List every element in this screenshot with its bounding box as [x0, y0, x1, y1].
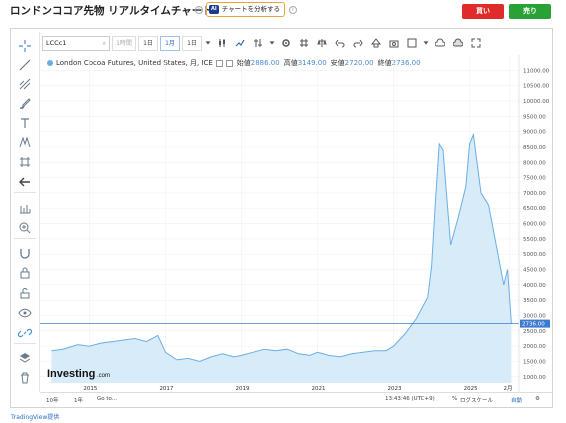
- ai-badge: AI: [209, 5, 219, 14]
- drawing-toolbar: [10, 32, 40, 392]
- fullscreen-icon[interactable]: [468, 36, 484, 51]
- price-chart[interactable]: 11000.00 10500.00 10000.00 9500.00 9000.00 85…: [40, 55, 552, 392]
- y-tick-label: 10500.00: [523, 84, 550, 90]
- y-tick-label: 8000.00: [523, 160, 546, 166]
- price-area: [51, 134, 512, 383]
- trash-icon[interactable]: [18, 370, 32, 384]
- y-tick-label: 5500.00: [523, 237, 546, 243]
- y-tick-label: 4000.00: [523, 283, 546, 289]
- fibonacci-icon[interactable]: [18, 76, 32, 90]
- unlock-icon[interactable]: [18, 285, 32, 299]
- last-price-badge: 2736.00: [520, 319, 550, 328]
- interval-1h[interactable]: 1時間: [112, 35, 136, 51]
- y-tick-label: 9500.00: [523, 114, 546, 120]
- y-tick-label: 5000.00: [523, 252, 546, 258]
- y-tick-label: 10000.00: [523, 99, 550, 105]
- link-icon[interactable]: [17, 325, 33, 339]
- cloud-save-icon[interactable]: [432, 36, 448, 51]
- chevron-down-icon[interactable]: [204, 36, 212, 51]
- y-tick-label: 2000.00: [523, 344, 546, 350]
- tradingview-credit-link[interactable]: TradingView提供: [11, 412, 59, 421]
- y-tick-label: 7500.00: [523, 176, 546, 182]
- clock-time: 13:43:46 (UTC+9): [385, 396, 435, 402]
- templates-icon[interactable]: [368, 36, 384, 51]
- x-tick-label: 2月: [503, 385, 512, 392]
- y-tick-label: 2500.00: [523, 329, 546, 335]
- range-1y-button[interactable]: 1年: [74, 396, 83, 404]
- scale-icon[interactable]: [314, 36, 330, 51]
- layers-icon[interactable]: [18, 350, 32, 364]
- goto-button[interactable]: Go to...: [97, 396, 117, 402]
- auto-scale-toggle[interactable]: 自動: [511, 396, 522, 404]
- indicators-icon[interactable]: [250, 36, 266, 51]
- analyze-chart-label: チャートを分析する: [221, 5, 281, 13]
- cloud-load-icon[interactable]: [450, 36, 466, 51]
- forecast-icon[interactable]: [18, 154, 32, 168]
- page-title: ロンドンココア先物 リアルタイムチャート: [10, 5, 213, 17]
- y-tick-label: 6500.00: [523, 206, 546, 212]
- y-tick-label: 7000.00: [523, 191, 546, 197]
- back-arrow-icon[interactable]: [18, 174, 32, 188]
- lock-icon[interactable]: [18, 265, 32, 279]
- buy-button[interactable]: 売り: [509, 4, 551, 19]
- toolbar-divider: [14, 238, 36, 239]
- svg-text:.com: .com: [97, 373, 110, 379]
- interval-dropdown[interactable]: 1日: [182, 35, 202, 51]
- pattern-icon[interactable]: [18, 134, 32, 148]
- symbol-input[interactable]: LCCc1 ⌕: [42, 35, 110, 51]
- y-tick-label: 11000.00: [523, 68, 550, 74]
- symbol-text: LCCc1: [46, 38, 67, 47]
- y-tick-label: 4500.00: [523, 268, 546, 274]
- analyze-chart-button[interactable]: AI チャートを分析する: [206, 2, 286, 17]
- zoom-in-icon[interactable]: [18, 220, 32, 234]
- ruler-icon[interactable]: [18, 200, 32, 214]
- toolbar-divider: [14, 192, 36, 193]
- y-tick-label: 1500.00: [523, 359, 546, 365]
- toolbar-divider: [14, 343, 36, 344]
- svg-text:Investing: Investing: [47, 368, 95, 380]
- time-axis: 2015 2017 2019 2021 2023 2025 2月: [83, 385, 512, 392]
- page-header: ロンドンココア先物 リアルタイムチャート i AI チャートを分析する i 買い…: [0, 0, 566, 24]
- settings-gear-icon[interactable]: ⚙: [535, 396, 540, 402]
- last-price-label: 2736.00: [522, 322, 545, 328]
- line-chart-icon[interactable]: [232, 36, 248, 51]
- text-icon[interactable]: [18, 115, 32, 129]
- compare-icon[interactable]: [296, 36, 312, 51]
- undo-icon[interactable]: [332, 36, 348, 51]
- camera-icon[interactable]: [386, 36, 402, 51]
- chart-toolbar: LCCc1 ⌕ 1時間 1日 1月 1日: [40, 33, 552, 53]
- crosshair-icon[interactable]: [18, 38, 32, 52]
- range-10y-button[interactable]: 10年: [46, 396, 59, 404]
- magnet-icon[interactable]: [18, 245, 32, 259]
- y-tick-label: 3500.00: [523, 298, 546, 304]
- layout-icon[interactable]: [404, 36, 420, 51]
- chevron-down-icon[interactable]: [422, 36, 430, 51]
- price-axis: 11000.00 10500.00 10000.00 9500.00 9000.00 85…: [523, 68, 550, 380]
- y-tick-label: 8500.00: [523, 145, 546, 151]
- brush-icon[interactable]: [18, 95, 32, 109]
- redo-icon[interactable]: [350, 36, 366, 51]
- interval-1m[interactable]: 1月: [160, 35, 180, 51]
- eye-icon[interactable]: [18, 305, 32, 319]
- chevron-down-icon[interactable]: [268, 36, 276, 51]
- gear-icon[interactable]: [278, 36, 294, 51]
- y-tick-label: 6000.00: [523, 222, 546, 228]
- info-icon[interactable]: i: [195, 6, 203, 14]
- info-icon[interactable]: i: [289, 6, 297, 14]
- percent-toggle[interactable]: %: [452, 396, 457, 402]
- y-tick-label: 1000.00: [523, 375, 546, 381]
- y-tick-label: 3000.00: [523, 314, 546, 320]
- chart-bottom-bar: 10年 1年 Go to... 13:43:46 (UTC+9) % ログスケー…: [40, 392, 552, 406]
- log-scale-toggle[interactable]: ログスケール: [460, 396, 493, 404]
- search-icon: ⌕: [102, 39, 106, 47]
- candlestick-icon[interactable]: [214, 36, 230, 51]
- sell-button[interactable]: 買い: [462, 4, 504, 19]
- interval-1d[interactable]: 1日: [138, 35, 158, 51]
- y-tick-label: 9000.00: [523, 130, 546, 136]
- trend-line-icon[interactable]: [18, 57, 32, 71]
